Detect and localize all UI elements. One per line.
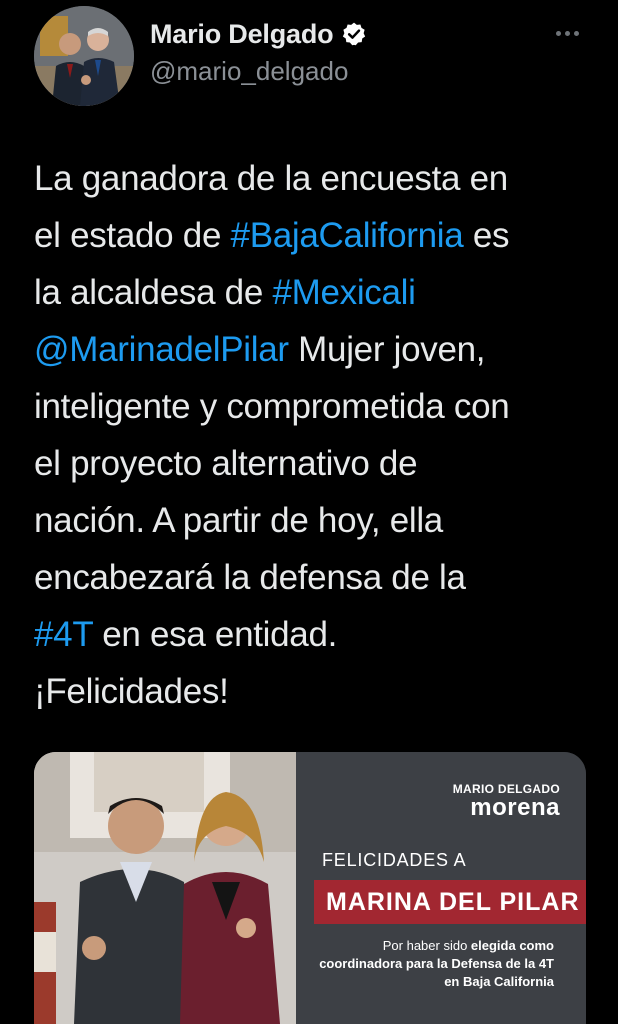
tweet-text-segment: es (463, 216, 510, 255)
tweet-line: @MarinadelPilar Mujer joven, (34, 321, 594, 378)
hashtag-link[interactable]: #4T (34, 615, 93, 654)
caption-bold-1: elegida como (470, 938, 554, 953)
tweet-text-segment: el proyecto alternativo de (34, 444, 418, 483)
hashtag-link[interactable]: #BajaCalifornia (231, 216, 464, 255)
tweet-header: Mario Delgado @mario_delgado (0, 0, 618, 120)
avatar-photo-icon (34, 6, 134, 106)
banner-name-text: MARINA DEL PILAR (326, 887, 580, 916)
author-handle[interactable]: @mario_delgado (150, 56, 367, 87)
tweet-text-segment: La ganadora de la encuesta en (34, 159, 508, 198)
name-banner: MARINA DEL PILAR (314, 880, 586, 924)
author-display-name[interactable]: Mario Delgado (150, 19, 334, 50)
caption-bold-2: coordinadora para la Defensa de la 4T en… (319, 956, 554, 989)
greeting-text: FELICIDADES A (322, 850, 467, 870)
media-text-panel: MARIO DELGADO morena FELICIDADES A MARIN… (296, 752, 586, 1024)
brand-logo-text: morena (470, 794, 560, 821)
tweet-line: el proyecto alternativo de (34, 435, 594, 492)
tweet-text-segment: inteligente y comprometida con (34, 387, 510, 426)
hashtag-link[interactable]: #Mexicali (272, 273, 415, 312)
tweet-text-segment: en esa entidad. (92, 615, 338, 654)
tweet-line: #4T en esa entidad. (34, 606, 594, 663)
tweet-line: nación. A partir de hoy, ella (34, 492, 594, 549)
tweet-line: La ganadora de la encuesta en (34, 150, 594, 207)
tweet-text-segment: ¡Felicidades! (34, 672, 229, 711)
mention-link[interactable]: @MarinadelPilar (34, 330, 289, 369)
tweet-text-segment: el estado de (34, 216, 231, 255)
caption-regular: Por haber sido (382, 938, 471, 953)
tweet-line: encabezará la defensa de la (34, 549, 594, 606)
tweet-text-segment: la alcaldesa de (34, 273, 273, 312)
tweet-line: ¡Felicidades! (34, 663, 594, 720)
tweet-text-segment: Mujer joven, (288, 330, 486, 369)
tweet-line: el estado de #BajaCalifornia es (34, 207, 594, 264)
verified-badge-icon (341, 21, 367, 47)
tweet-line: la alcaldesa de #Mexicali (34, 264, 594, 321)
media-caption: Por haber sido elegida como coordinadora … (314, 937, 554, 991)
tweet-line: inteligente y comprometida con (34, 378, 594, 435)
tweet-text: La ganadora de la encuesta en el estado d… (34, 150, 594, 720)
media-photo-icon (34, 752, 296, 1024)
tweet-text-segment: encabezará la defensa de la (34, 558, 466, 597)
author-avatar[interactable] (34, 6, 134, 106)
tweet-text-segment: nación. A partir de hoy, ella (34, 501, 443, 540)
more-options-icon[interactable] (556, 28, 582, 38)
tweet-media-image[interactable]: MARIO DELGADO morena FELICIDADES A MARIN… (34, 752, 586, 1024)
